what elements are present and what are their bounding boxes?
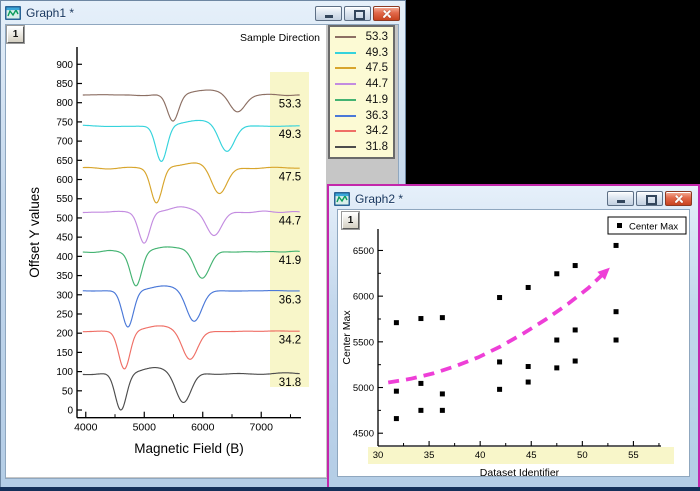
svg-text:Sample Direction: Sample Direction: [240, 32, 320, 44]
graph-window-icon: [5, 6, 21, 20]
graph-window-icon: [334, 191, 350, 206]
svg-text:Center Max: Center Max: [341, 310, 353, 365]
svg-text:6000: 6000: [191, 422, 215, 434]
svg-text:Offset Y values: Offset Y values: [27, 187, 42, 278]
legend-label: 31.8: [365, 141, 388, 154]
svg-text:850: 850: [56, 79, 73, 90]
svg-text:35: 35: [424, 450, 435, 461]
legend-entry: 31.8: [335, 139, 388, 155]
legend-line-swatch: [335, 83, 356, 86]
svg-text:150: 150: [56, 348, 73, 359]
svg-text:Magnetic Field (B): Magnetic Field (B): [134, 441, 244, 456]
svg-text:50: 50: [62, 386, 74, 397]
layer-1-badge[interactable]: 1: [6, 25, 25, 44]
minimize-icon: [325, 14, 333, 18]
legend-line-swatch: [335, 51, 356, 54]
legend-line-swatch: [335, 146, 356, 149]
graph1-plot: Sample Direction 0 50 100 150 200 250 300 350 400…: [27, 32, 320, 456]
svg-text:6500: 6500: [353, 246, 374, 257]
legend-entry: 47.5: [335, 61, 388, 77]
legend-entry: 41.9: [335, 92, 388, 108]
layer-1-badge[interactable]: 1: [341, 211, 360, 230]
svg-text:53.3: 53.3: [279, 98, 301, 110]
svg-text:5500: 5500: [353, 337, 374, 348]
graph2-plot: 4500 5000 5500 6000 6500 30 35 40 45 50 55 Center M…: [341, 216, 687, 477]
svg-text:100: 100: [56, 367, 73, 378]
svg-text:50: 50: [577, 450, 588, 461]
svg-text:45: 45: [526, 450, 537, 461]
legend-entry: 49.3: [335, 45, 388, 61]
legend-entry: 53.3: [335, 29, 388, 45]
close-button[interactable]: [373, 5, 400, 21]
svg-text:34.2: 34.2: [279, 335, 301, 347]
desktop-bottom-edge: [0, 487, 700, 491]
svg-text:700: 700: [56, 137, 73, 148]
svg-text:250: 250: [56, 309, 73, 320]
graph1-legend[interactable]: 53.3 49.3 47.5 44.7 41.9 36.3 34.2 31.8: [328, 25, 395, 159]
svg-text:300: 300: [56, 290, 73, 301]
minimize-button[interactable]: [315, 5, 342, 21]
legend-label: 36.3: [365, 109, 388, 122]
svg-text:49.3: 49.3: [279, 129, 301, 141]
graph2-window: Graph2 * 1 4500 5000 5500 6000 6500 30 35 40 45 5…: [327, 184, 700, 489]
restore-button[interactable]: [636, 191, 663, 206]
svg-text:800: 800: [56, 98, 73, 109]
svg-text:7000: 7000: [250, 422, 274, 434]
restore-button[interactable]: [344, 5, 371, 21]
svg-text:350: 350: [56, 271, 73, 282]
svg-text:31.8: 31.8: [279, 377, 301, 389]
svg-text:5000: 5000: [353, 383, 374, 394]
svg-text:4000: 4000: [74, 422, 98, 434]
svg-text:900: 900: [56, 60, 73, 71]
svg-text:41.9: 41.9: [279, 255, 301, 267]
window-title: Graph2 *: [355, 191, 404, 206]
graph2-titlebar[interactable]: Graph2 *: [330, 188, 696, 209]
legend-entry: 36.3: [335, 108, 388, 124]
svg-text:55: 55: [628, 450, 639, 461]
legend-label: 53.3: [365, 30, 388, 43]
svg-text:400: 400: [56, 252, 73, 263]
minimize-icon: [617, 200, 625, 203]
svg-text:30: 30: [373, 450, 384, 461]
svg-text:44.7: 44.7: [279, 216, 301, 228]
legend-line-swatch: [335, 130, 356, 133]
svg-text:Dataset Identifier: Dataset Identifier: [480, 467, 560, 477]
legend-line-swatch: [335, 98, 356, 101]
legend-line-swatch: [335, 114, 356, 117]
legend-line-swatch: [335, 67, 356, 70]
legend-label: 44.7: [365, 78, 388, 91]
svg-text:36.3: 36.3: [279, 294, 301, 306]
legend-label: 41.9: [365, 93, 388, 106]
restore-icon: [646, 195, 657, 205]
svg-text:0: 0: [67, 406, 73, 417]
graph1-page: Sample Direction 0 50 100 150 200 250 300 350 400…: [6, 25, 326, 477]
close-button[interactable]: [665, 191, 692, 206]
svg-text:4500: 4500: [353, 429, 374, 440]
legend-label: 47.5: [365, 62, 388, 75]
legend-label: 34.2: [365, 125, 388, 138]
svg-text:500: 500: [56, 213, 73, 224]
legend-label: 49.3: [365, 46, 388, 59]
restore-icon: [354, 9, 365, 20]
svg-text:Center Max: Center Max: [629, 222, 678, 233]
svg-text:6000: 6000: [353, 292, 374, 303]
svg-text:47.5: 47.5: [279, 171, 301, 183]
svg-text:450: 450: [56, 233, 73, 244]
legend-entry: 44.7: [335, 76, 388, 92]
svg-text:750: 750: [56, 117, 73, 128]
legend-entry: 34.2: [335, 124, 388, 140]
svg-text:5000: 5000: [133, 422, 157, 434]
svg-text:600: 600: [56, 175, 73, 186]
minimize-button[interactable]: [607, 191, 634, 206]
svg-text:550: 550: [56, 194, 73, 205]
graph2-client-area: 1 4500 5000 5500 6000 6500 30 35 40 45 50 55 Center…: [337, 209, 690, 477]
legend-line-swatch: [335, 35, 356, 38]
svg-text:40: 40: [475, 450, 486, 461]
graph1-titlebar[interactable]: Graph1 *: [1, 2, 404, 24]
svg-text:650: 650: [56, 156, 73, 167]
window-title: Graph1 *: [26, 6, 75, 20]
graph2-page: 4500 5000 5500 6000 6500 30 35 40 45 50 55 Center M…: [338, 210, 689, 477]
svg-text:200: 200: [56, 329, 73, 340]
